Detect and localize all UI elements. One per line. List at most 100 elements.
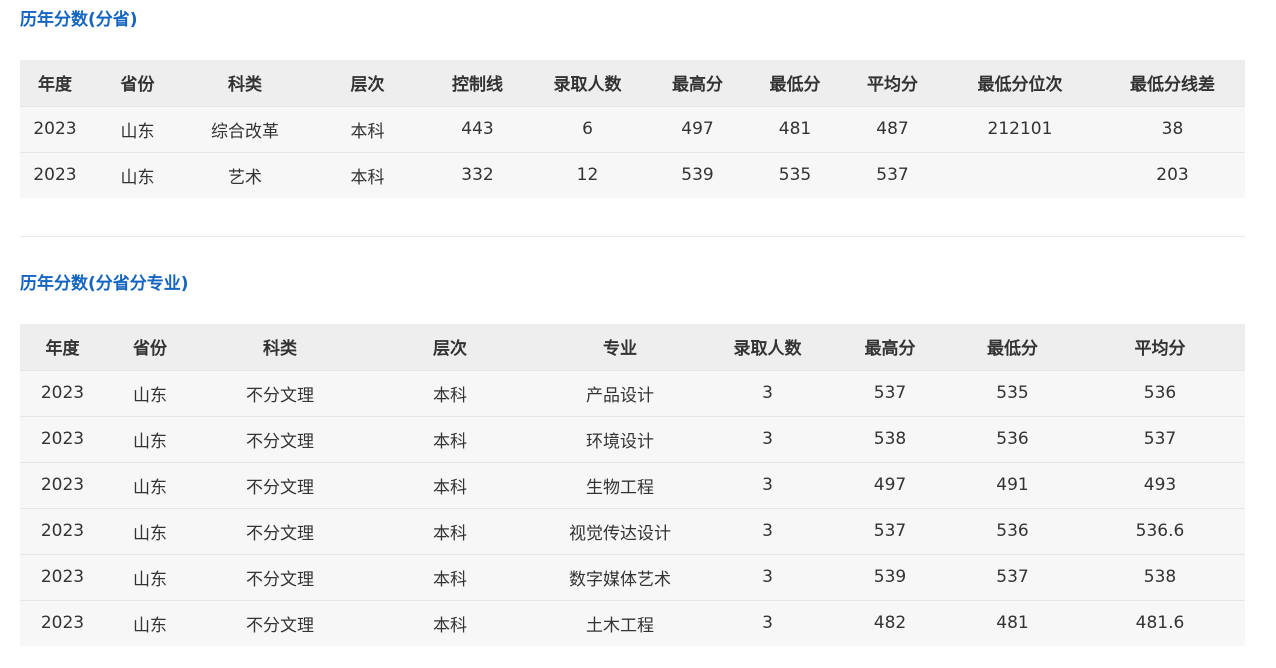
- cell-level: 本科: [433, 569, 467, 590]
- table-header-row: 年度 省份 科类 层次 专业 录取人数 最高分 最低分 平均分: [20, 324, 1245, 370]
- cell-admitted-count: 3: [762, 383, 773, 403]
- header-year: 年度: [45, 339, 80, 360]
- header-admitted-count: 录取人数: [553, 75, 622, 96]
- header-min-score: 最低分: [987, 339, 1038, 360]
- cell-year: 2023: [33, 165, 77, 186]
- cell-max-score: 539: [873, 567, 907, 587]
- cell-min-diff: 203: [1156, 165, 1189, 186]
- cell-avg-score: 537: [1143, 429, 1177, 449]
- table-row: 2023 山东 不分文理 本科 土木工程 3 482 481 481.6: [20, 600, 1245, 646]
- cell-category: 不分文理: [246, 385, 314, 406]
- table-row: 2023 山东 艺术 本科 332 12 539 535 537 203: [20, 152, 1245, 198]
- cell-avg-score: 481.6: [1135, 613, 1185, 634]
- cell-avg-score: 487: [876, 119, 909, 139]
- cell-year: 2023: [33, 119, 77, 139]
- cell-min-rank: 212101: [987, 119, 1053, 139]
- cell-max-score: 538: [873, 429, 907, 449]
- cell-min-rank: [940, 152, 1100, 198]
- cell-admitted-count: 3: [762, 429, 773, 449]
- header-level: 层次: [433, 339, 467, 360]
- cell-major: 土木工程: [586, 615, 654, 636]
- header-province: 省份: [133, 339, 167, 360]
- header-admitted-count: 录取人数: [733, 339, 802, 360]
- scores-by-major-table: 年度 省份 科类 层次 专业 录取人数 最高分 最低分 平均分 2023 山东 …: [20, 324, 1245, 646]
- cell-avg-score: 493: [1143, 475, 1177, 495]
- cell-avg-score: 537: [876, 165, 909, 186]
- cell-level: 本科: [433, 523, 467, 544]
- cell-min-score: 481: [996, 613, 1029, 634]
- cell-min-score: 536: [996, 521, 1029, 541]
- cell-category: 不分文理: [246, 569, 314, 590]
- cell-level: 本科: [433, 615, 467, 636]
- cell-admitted-count: 3: [762, 521, 773, 541]
- cell-province: 山东: [133, 615, 167, 636]
- cell-control-line: 332: [461, 165, 494, 186]
- cell-min-score: 535: [996, 383, 1029, 403]
- cell-max-score: 497: [681, 119, 714, 139]
- cell-province: 山东: [133, 477, 167, 498]
- cell-max-score: 537: [873, 521, 907, 541]
- cell-min-score: 491: [996, 475, 1029, 495]
- table-row: 2023 山东 综合改革 本科 443 6 497 481 487 212101…: [20, 106, 1245, 152]
- table-header-row: 年度 省份 科类 层次 控制线 录取人数 最高分 最低分 平均分 最低分位次 最…: [20, 60, 1245, 106]
- cell-category: 综合改革: [211, 121, 279, 142]
- header-year: 年度: [38, 75, 72, 96]
- scores-by-province-table: 年度 省份 科类 层次 控制线 录取人数 最高分 最低分 平均分 最低分位次 最…: [20, 60, 1245, 198]
- header-min-diff: 最低分线差: [1130, 75, 1215, 96]
- cell-min-score: 536: [996, 429, 1029, 449]
- cell-major: 产品设计: [586, 385, 654, 406]
- cell-level: 本科: [350, 167, 385, 188]
- cell-level: 本科: [433, 431, 467, 452]
- cell-year: 2023: [40, 475, 85, 495]
- cell-level: 本科: [350, 121, 385, 142]
- table-row: 2023 山东 不分文理 本科 数字媒体艺术 3 539 537 538: [20, 554, 1245, 600]
- cell-category: 不分文理: [246, 615, 314, 636]
- section-title-by-province: 历年分数(分省): [20, 10, 138, 30]
- cell-major: 生物工程: [586, 477, 654, 498]
- header-avg-score: 平均分: [1134, 339, 1186, 360]
- cell-category: 不分文理: [246, 523, 314, 544]
- cell-avg-score: 538: [1143, 567, 1177, 587]
- table-row: 2023 山东 不分文理 本科 环境设计 3 538 536 537: [20, 416, 1245, 462]
- table-row: 2023 山东 不分文理 本科 视觉传达设计 3 537 536 536.6: [20, 508, 1245, 554]
- cell-province: 山东: [133, 569, 167, 590]
- cell-admitted-count: 3: [762, 613, 773, 634]
- cell-admitted-count: 6: [582, 119, 593, 139]
- cell-min-score: 537: [996, 567, 1029, 587]
- cell-admitted-count: 3: [762, 475, 773, 495]
- section-divider: [20, 236, 1245, 237]
- cell-category: 不分文理: [246, 477, 314, 498]
- cell-province: 山东: [133, 431, 167, 452]
- section-title-by-province-major: 历年分数(分省分专业): [20, 274, 189, 294]
- header-major: 专业: [603, 339, 637, 360]
- table-row: 2023 山东 不分文理 本科 产品设计 3 537 535 536: [20, 370, 1245, 416]
- cell-max-score: 537: [873, 383, 907, 403]
- header-avg-score: 平均分: [867, 75, 918, 96]
- cell-year: 2023: [40, 567, 85, 587]
- header-min-score: 最低分: [769, 75, 821, 96]
- cell-max-score: 482: [873, 613, 907, 634]
- header-max-score: 最高分: [672, 75, 723, 96]
- cell-year: 2023: [40, 429, 85, 449]
- page: 历年分数(分省) 年度 省份 科类 层次 控制线 录取人数 最高分 最低分 平均…: [0, 0, 1276, 668]
- header-category: 科类: [228, 75, 262, 96]
- header-max-score: 最高分: [864, 339, 916, 360]
- cell-year: 2023: [40, 383, 85, 403]
- cell-level: 本科: [433, 477, 467, 498]
- cell-min-score: 535: [778, 165, 812, 186]
- cell-category: 不分文理: [246, 431, 314, 452]
- cell-min-score: 481: [778, 119, 812, 139]
- cell-province: 山东: [120, 167, 155, 188]
- cell-province: 山东: [133, 523, 167, 544]
- cell-year: 2023: [40, 521, 85, 541]
- header-control-line: 控制线: [452, 75, 503, 96]
- cell-year: 2023: [40, 613, 85, 634]
- header-level: 层次: [350, 75, 385, 96]
- cell-avg-score: 536.6: [1135, 521, 1185, 541]
- cell-province: 山东: [120, 121, 155, 142]
- cell-control-line: 443: [461, 119, 494, 139]
- cell-major: 环境设计: [586, 431, 654, 452]
- header-province: 省份: [120, 75, 155, 96]
- header-min-rank: 最低分位次: [977, 75, 1063, 96]
- cell-admitted-count: 3: [762, 567, 773, 587]
